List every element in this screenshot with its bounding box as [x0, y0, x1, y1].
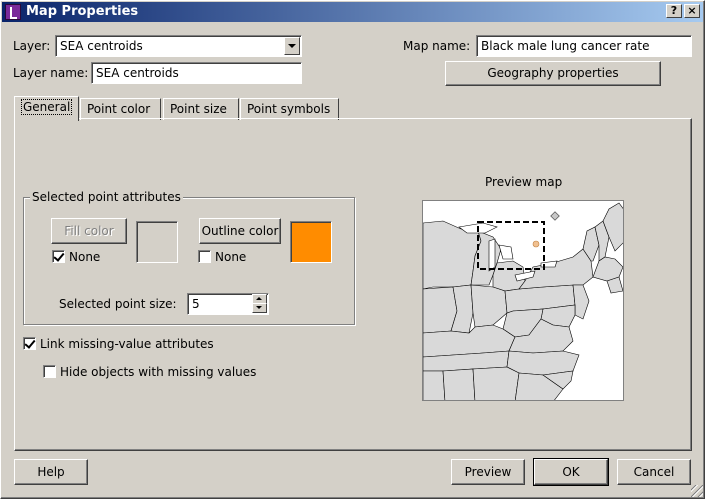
- outline-none-checkbox[interactable]: [198, 250, 211, 263]
- us-northeast-map: [423, 202, 623, 400]
- link-missing-checkbox[interactable]: [23, 337, 36, 350]
- group-title: Selected point attributes: [30, 190, 183, 204]
- app-icon: [5, 4, 21, 20]
- help-title-button[interactable]: ?: [666, 4, 682, 18]
- hide-missing-label: Hide objects with missing values: [60, 365, 257, 379]
- layer-name-label: Layer name:: [13, 66, 89, 80]
- tab-point-size[interactable]: Point size: [163, 98, 239, 120]
- link-missing-label: Link missing-value attributes: [40, 337, 214, 351]
- tab-point-symbols[interactable]: Point symbols: [240, 98, 339, 120]
- preview-map: [422, 200, 624, 401]
- preview-button[interactable]: Preview: [451, 459, 525, 485]
- point-marker: [550, 211, 560, 221]
- tab-general[interactable]: General: [14, 96, 79, 121]
- chevron-down-icon[interactable]: [284, 37, 300, 55]
- ok-button[interactable]: OK: [533, 458, 609, 486]
- tab-point-color[interactable]: Point color: [80, 98, 161, 120]
- map-name-label: Map name:: [403, 39, 471, 53]
- help-button[interactable]: Help: [14, 459, 88, 485]
- hide-missing-checkbox[interactable]: [43, 365, 56, 378]
- fill-none-checkbox[interactable]: [52, 250, 65, 263]
- tab-general-label: General: [21, 99, 73, 115]
- close-title-button[interactable]: ×: [684, 4, 700, 18]
- outline-none-label: None: [215, 250, 247, 264]
- outline-color-button[interactable]: Outline color: [199, 218, 281, 244]
- preview-map-title: Preview map: [485, 175, 563, 189]
- geography-properties-button[interactable]: Geography properties: [445, 61, 661, 86]
- point-size-label: Selected point size:: [59, 297, 177, 311]
- spin-down-icon[interactable]: [252, 303, 267, 313]
- cancel-button[interactable]: Cancel: [617, 459, 691, 485]
- fill-color-button[interactable]: Fill color: [51, 218, 127, 244]
- fill-color-swatch: [136, 221, 178, 263]
- outline-color-swatch: [290, 221, 332, 263]
- layer-name-input[interactable]: SEA centroids: [91, 62, 302, 84]
- point-size-value: 5: [192, 297, 200, 311]
- selected-point: [532, 240, 540, 248]
- map-name-input[interactable]: Black male lung cancer rate: [476, 35, 692, 57]
- layer-label: Layer:: [13, 39, 51, 53]
- point-size-stepper[interactable]: 5: [187, 293, 269, 315]
- resize-grip-icon[interactable]: [691, 485, 703, 497]
- title-bar[interactable]: Map Properties ? ×: [2, 2, 703, 22]
- layer-select-value: SEA centroids: [60, 39, 143, 53]
- window-title: Map Properties: [26, 4, 139, 19]
- layer-select[interactable]: SEA centroids: [55, 35, 302, 57]
- fill-none-label: None: [69, 250, 101, 264]
